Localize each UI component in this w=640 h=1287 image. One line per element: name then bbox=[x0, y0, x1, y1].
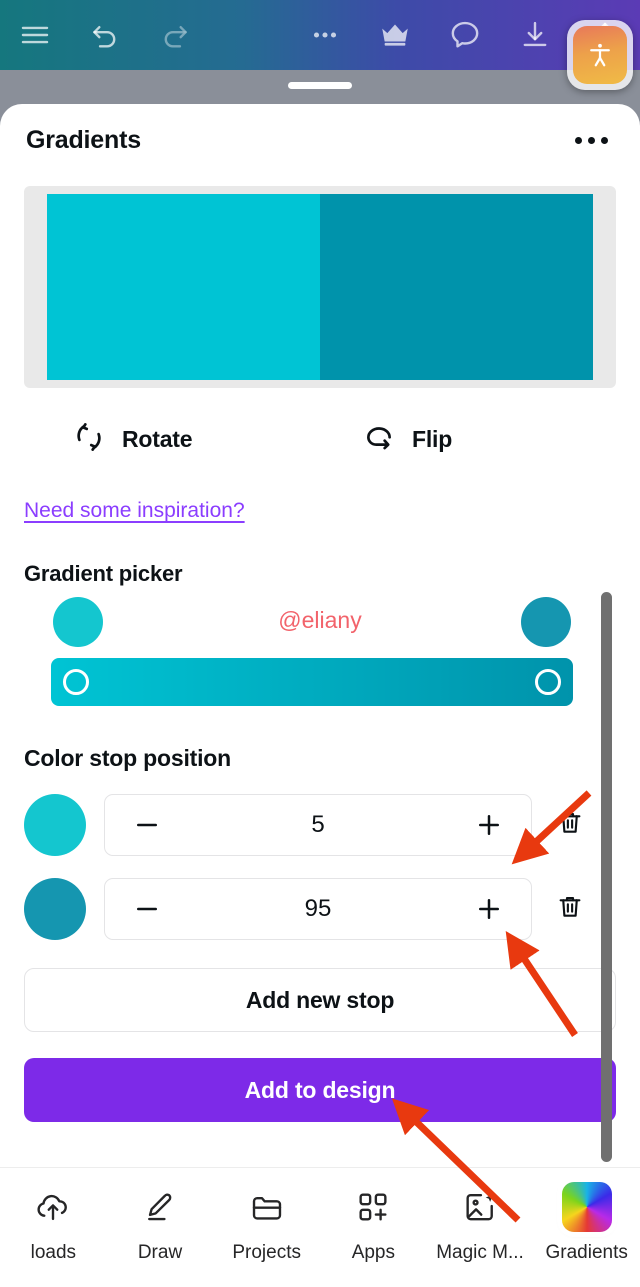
flip-label: Flip bbox=[412, 426, 453, 452]
watermark: @eliany bbox=[278, 607, 362, 633]
more-options-icon[interactable] bbox=[290, 0, 360, 70]
nav-item-gradients[interactable]: Gradients bbox=[533, 1182, 640, 1264]
delete-stop-button[interactable] bbox=[546, 808, 594, 843]
draw-icon bbox=[141, 1184, 179, 1230]
decrease-button[interactable] bbox=[127, 889, 167, 929]
color-stop-swatch[interactable] bbox=[24, 794, 86, 856]
panel-more-icon[interactable] bbox=[565, 127, 618, 154]
crown-icon[interactable] bbox=[360, 0, 430, 70]
decrease-button[interactable] bbox=[127, 805, 167, 845]
nav-item-uploads[interactable]: loads bbox=[0, 1184, 107, 1264]
color-stop-row: 5 bbox=[24, 794, 640, 856]
nav-item-magic-media[interactable]: Magic M... bbox=[427, 1184, 534, 1264]
add-to-design-button[interactable]: Add to design bbox=[24, 1058, 616, 1122]
color-stop-stepper: 5 bbox=[104, 794, 532, 856]
increase-button[interactable] bbox=[469, 889, 509, 929]
vertical-scrollbar[interactable] bbox=[601, 592, 612, 1162]
color-stop-stepper: 95 bbox=[104, 878, 532, 940]
nav-label: loads bbox=[30, 1242, 77, 1263]
flip-button[interactable]: Flip bbox=[362, 420, 452, 459]
comment-icon[interactable] bbox=[430, 0, 500, 70]
rotate-button[interactable]: Rotate bbox=[72, 420, 362, 459]
inspiration-link[interactable]: Need some inspiration? bbox=[24, 499, 245, 523]
nav-item-draw[interactable]: Draw bbox=[107, 1184, 214, 1264]
nav-item-apps[interactable]: Apps bbox=[320, 1184, 427, 1264]
increase-button[interactable] bbox=[469, 805, 509, 845]
gradient-picker: @eliany bbox=[24, 597, 616, 707]
accessibility-button[interactable] bbox=[567, 20, 633, 90]
trash-icon bbox=[555, 892, 585, 927]
projects-icon bbox=[248, 1184, 286, 1230]
gradients-icon bbox=[561, 1182, 612, 1232]
add-new-stop-button[interactable]: Add new stop bbox=[24, 968, 616, 1032]
gradient-picker-title: Gradient picker bbox=[24, 561, 183, 586]
trash-icon bbox=[555, 808, 585, 843]
bottom-navigation: loads Draw Projects Apps Magic M... Grad… bbox=[0, 1167, 640, 1287]
transform-row: Rotate Flip bbox=[0, 420, 640, 459]
panel-header: Gradients bbox=[0, 104, 640, 176]
accessibility-icon bbox=[573, 26, 627, 84]
redo-icon[interactable] bbox=[140, 0, 210, 70]
menu-icon[interactable] bbox=[0, 0, 70, 70]
nav-label: Apps bbox=[351, 1242, 395, 1263]
gradient-handle-start[interactable] bbox=[63, 669, 89, 695]
flip-icon bbox=[362, 420, 396, 459]
color-stop-swatch[interactable] bbox=[24, 878, 86, 940]
editor-toolbar bbox=[0, 0, 640, 70]
gradient-preview-swatch[interactable] bbox=[47, 194, 593, 380]
color-stop-row: 95 bbox=[24, 878, 640, 940]
delete-stop-button[interactable] bbox=[546, 892, 594, 927]
color-stop-value[interactable]: 95 bbox=[305, 895, 332, 923]
nav-label: Draw bbox=[137, 1242, 183, 1263]
uploads-icon bbox=[34, 1184, 72, 1230]
gradients-panel: Gradients Rotate Flip Need some inspirat… bbox=[0, 104, 640, 1167]
nav-label: Magic M... bbox=[436, 1242, 524, 1263]
apps-icon bbox=[354, 1184, 392, 1230]
magic-media-icon bbox=[461, 1184, 499, 1230]
undo-icon[interactable] bbox=[70, 0, 140, 70]
rotate-label: Rotate bbox=[122, 426, 193, 452]
nav-item-projects[interactable]: Projects bbox=[213, 1184, 320, 1264]
sheet-drag-handle[interactable] bbox=[288, 82, 352, 89]
nav-label: Gradients bbox=[545, 1242, 628, 1263]
color-stop-position-title: Color stop position bbox=[24, 745, 232, 771]
download-icon[interactable] bbox=[500, 0, 570, 70]
gradient-handle-end[interactable] bbox=[535, 669, 561, 695]
gradient-picker-bar[interactable] bbox=[51, 658, 573, 706]
color-stop-value[interactable]: 5 bbox=[311, 811, 324, 839]
page-title: Gradients bbox=[26, 125, 141, 154]
rotate-icon bbox=[72, 420, 106, 459]
nav-label: Projects bbox=[232, 1242, 301, 1263]
app-root: Gradients Rotate Flip Need some inspirat… bbox=[0, 0, 640, 1287]
gradient-preview-container bbox=[24, 186, 616, 388]
